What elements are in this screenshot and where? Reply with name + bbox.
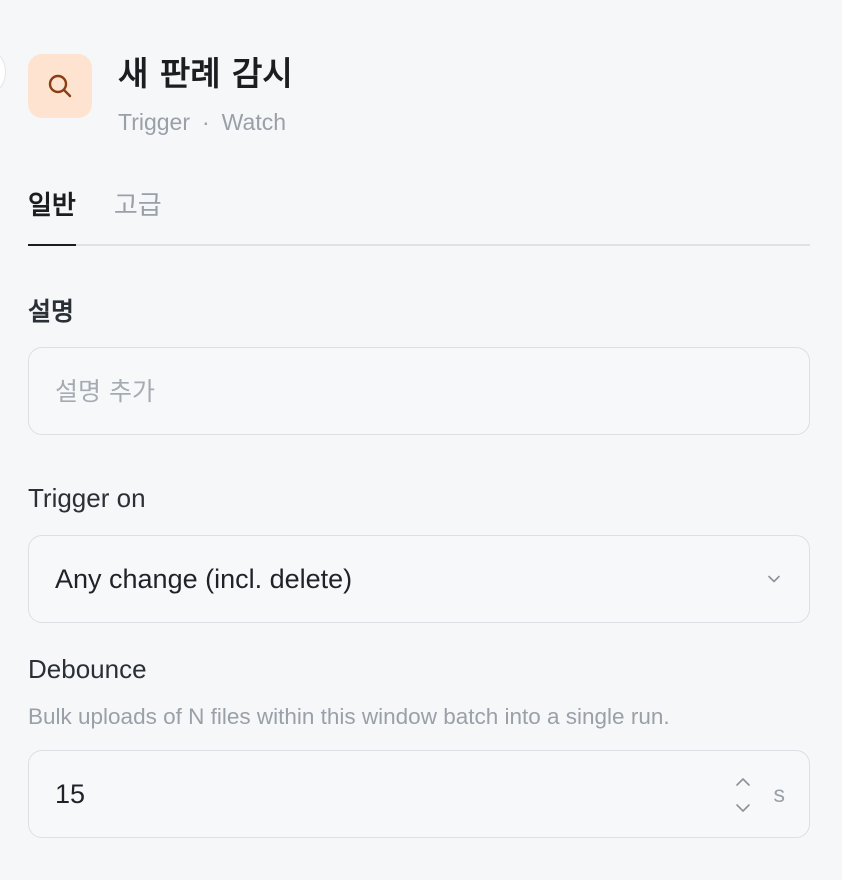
header-text: 새 판례 감시 Trigger · Watch — [118, 54, 293, 136]
node-subtitle: Trigger · Watch — [118, 108, 293, 136]
trigger-on-select[interactable]: Any change (incl. delete) — [28, 535, 810, 623]
tab-general[interactable]: 일반 — [28, 184, 76, 246]
trigger-config-panel: 새 판례 감시 Trigger · Watch 일반 고급 설명 Trigger o… — [0, 0, 842, 880]
subtitle-separator: · — [202, 109, 210, 135]
chevron-down-icon — [768, 575, 780, 583]
search-icon — [28, 54, 92, 118]
debounce-unit: s — [773, 781, 786, 807]
trigger-on-value: Any change (incl. delete) — [55, 563, 353, 594]
increment-icon[interactable] — [733, 773, 753, 791]
node-header: 새 판례 감시 Trigger · Watch — [28, 54, 293, 136]
description-label: 설명 — [28, 297, 75, 326]
debounce-value: 15 — [55, 778, 86, 809]
description-field[interactable] — [28, 347, 810, 435]
debounce-help-text: Bulk uploads of N files within this wind… — [28, 704, 670, 729]
debounce-label: Debounce — [28, 654, 147, 684]
node-kind: Watch — [221, 109, 286, 135]
debounce-field[interactable]: 15 s — [28, 750, 810, 838]
panel-resize-handle[interactable] — [0, 52, 6, 92]
description-input[interactable] — [55, 376, 809, 406]
debounce-stepper — [733, 773, 753, 817]
decrement-icon[interactable] — [733, 799, 753, 817]
node-type: Trigger — [118, 109, 190, 135]
tab-bar: 일반 고급 — [28, 184, 810, 246]
tab-advanced[interactable]: 고급 — [114, 184, 162, 244]
trigger-on-label: Trigger on — [28, 483, 146, 513]
page-title: 새 판례 감시 — [118, 54, 293, 93]
